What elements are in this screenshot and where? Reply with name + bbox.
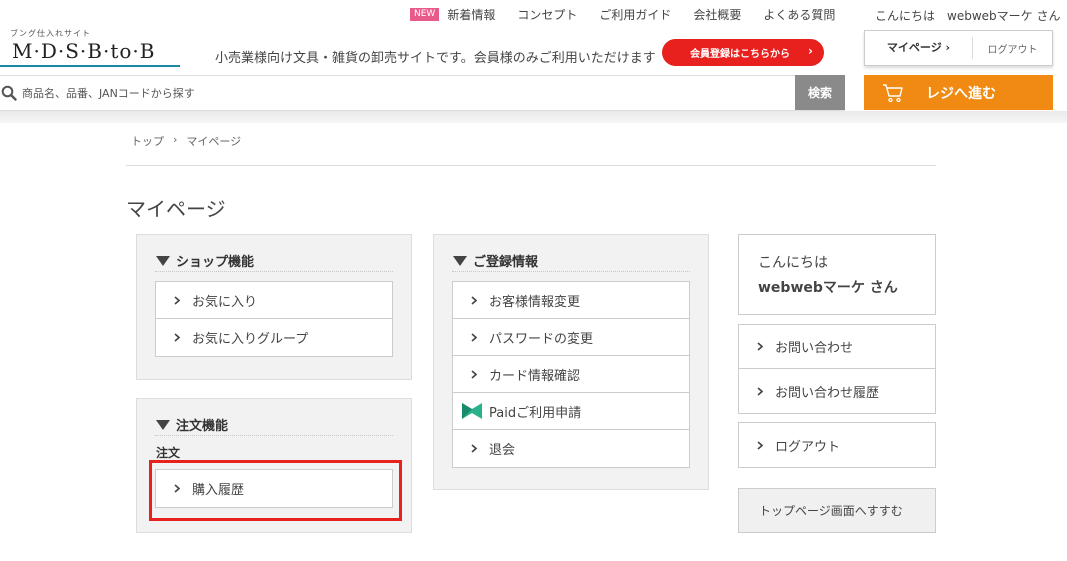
checkout-label: レジへ進む — [926, 86, 996, 102]
nav-link-news[interactable]: 新着情報 — [447, 6, 495, 23]
register-button[interactable]: 会員登録はこちらから › — [662, 39, 824, 66]
search-button[interactable]: 検索 — [795, 75, 845, 110]
shop-panel-title: ショップ機能 — [176, 255, 255, 270]
password-change-label: パスワードの変更 — [489, 331, 594, 347]
breadcrumb-separator-icon: › — [173, 133, 178, 146]
highlight-annotation — [149, 460, 402, 521]
paid-application-label: Paidご利用申請 — [489, 405, 582, 421]
chevron-right-icon — [757, 440, 763, 450]
shop-link-list: お気に入り お気に入りグループ — [155, 281, 393, 357]
header-logout-link[interactable]: ログアウト — [973, 41, 1052, 56]
registration-panel-title: ご登録情報 — [473, 255, 539, 270]
favorite-groups-label: お気に入りグループ — [192, 332, 309, 347]
logo-wordmark: M·D·S·B·to·B — [12, 39, 156, 63]
greeting-line: こんにちは — [758, 255, 828, 271]
favorites-label: お気に入り — [192, 294, 258, 310]
search-input[interactable] — [22, 82, 782, 104]
chevron-right-icon — [174, 333, 180, 342]
sidebar-logout-link[interactable]: ログアウト — [739, 423, 935, 467]
paid-application-link[interactable]: Paidご利用申請 — [453, 393, 689, 430]
favorite-groups-link[interactable]: お気に入りグループ — [156, 319, 392, 356]
chevron-right-icon — [471, 369, 477, 379]
password-change-link[interactable]: パスワードの変更 — [453, 319, 689, 356]
sidebar-logout-label: ログアウト — [775, 439, 841, 455]
checkout-button[interactable]: レジへ進む — [864, 75, 1053, 110]
contact-link[interactable]: お問い合わせ — [739, 325, 935, 369]
page-title: マイページ — [126, 197, 226, 221]
chevron-right-icon — [757, 386, 763, 396]
order-sub-label: 注文 — [156, 446, 181, 460]
shop-panel-rule — [155, 271, 393, 272]
search-icon — [1, 85, 17, 101]
triangle-down-icon — [156, 255, 170, 266]
header-divider — [0, 111, 1067, 123]
breadcrumb-divider — [126, 165, 936, 166]
nav-link-guide[interactable]: ご利用ガイド — [599, 6, 671, 23]
favorites-link[interactable]: お気に入り — [156, 282, 392, 319]
triangle-down-icon — [453, 255, 467, 266]
registration-link-list: お客様情報変更 パスワードの変更 カード情報確認 Paidご利用申請 退会 — [452, 281, 690, 468]
site-logo[interactable]: ブング仕入れサイト M·D·S·B·to·B — [0, 28, 180, 68]
withdraw-label: 退会 — [489, 443, 516, 458]
mypage-link[interactable]: マイページ › — [865, 37, 973, 59]
breadcrumb-current: マイページ — [186, 135, 242, 148]
cart-icon — [883, 84, 903, 103]
header-greeting: こんにちは webwebマーケ さん — [875, 9, 1061, 23]
triangle-down-icon — [156, 419, 170, 430]
chevron-right-icon — [471, 332, 477, 342]
new-badge: NEW — [410, 8, 440, 21]
customer-info-change-link[interactable]: お客様情報変更 — [453, 282, 689, 319]
card-info-label: カード情報確認 — [489, 368, 581, 384]
contact-history-label: お問い合わせ履歴 — [775, 385, 880, 401]
registration-panel-rule — [452, 271, 690, 272]
order-panel-rule — [155, 435, 393, 436]
chevron-right-icon — [174, 295, 180, 305]
contact-label: お問い合わせ — [775, 341, 854, 356]
card-info-link[interactable]: カード情報確認 — [453, 356, 689, 393]
shop-panel-heading: ショップ機能 — [156, 251, 254, 270]
site-tagline: 小売業様向け文具・雑貨の卸売サイトです。会員様のみご利用いただけます — [215, 51, 656, 66]
register-button-label: 会員登録はこちらから — [690, 49, 790, 60]
chevron-right-icon — [471, 444, 477, 453]
top-page-button[interactable]: トップページ画面へすすむ — [738, 488, 936, 533]
logo-underline — [0, 65, 180, 67]
order-panel-title: 注文機能 — [176, 419, 229, 434]
search-bar — [0, 75, 845, 111]
withdraw-link[interactable]: 退会 — [453, 430, 689, 467]
logout-link-list: ログアウト — [738, 422, 936, 468]
nav-link-concept[interactable]: コンセプト — [517, 6, 577, 23]
paid-logo-icon — [462, 403, 482, 419]
nav-link-company[interactable]: 会社概要 — [693, 6, 741, 23]
greeting-card: こんにちは webwebマーケ さん — [738, 234, 936, 315]
breadcrumb-home[interactable]: トップ — [131, 133, 164, 149]
chevron-right-icon — [757, 342, 763, 351]
registration-panel-heading: ご登録情報 — [453, 251, 538, 270]
customer-info-change-label: お客様情報変更 — [489, 294, 581, 310]
breadcrumb: トップ › マイページ — [131, 133, 241, 149]
contact-history-link[interactable]: お問い合わせ履歴 — [739, 369, 935, 413]
logo-subtitle: ブング仕入れサイト — [10, 29, 91, 38]
user-name: webwebマーケ さん — [758, 280, 898, 296]
chevron-right-icon: › — [808, 44, 813, 58]
chevron-right-icon — [471, 295, 477, 305]
nav-link-faq[interactable]: よくある質問 — [763, 6, 835, 23]
top-navigation: NEW 新着情報 コンセプト ご利用ガイド 会社概要 よくある質問 — [410, 6, 857, 23]
order-panel-heading: 注文機能 — [156, 415, 228, 434]
contact-link-list: お問い合わせ お問い合わせ履歴 — [738, 324, 936, 414]
account-box: マイページ › ログアウト — [864, 30, 1053, 66]
